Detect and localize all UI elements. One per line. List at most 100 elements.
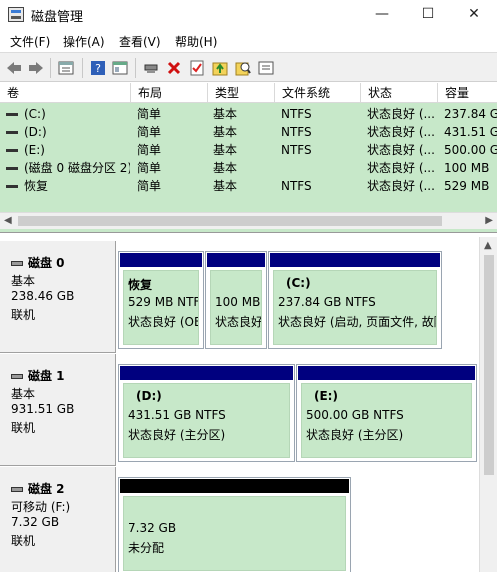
menu-action[interactable]: 操作(A) — [63, 33, 105, 50]
partition-body: 7.32 GB 未分配 — [123, 496, 346, 571]
disk-size: 238.46 GB — [11, 289, 75, 303]
scroll-up-icon[interactable]: ▲ — [484, 240, 492, 251]
disk-management-icon — [8, 7, 24, 22]
details-icon[interactable] — [256, 58, 276, 78]
disk-name: 磁盘 1 — [11, 367, 65, 384]
column-header-status[interactable]: 状态 — [361, 83, 438, 103]
volume-status: 状态良好 (... — [367, 107, 435, 121]
title-bar: 磁盘管理 — ☐ ✕ — [0, 0, 497, 30]
column-header-layout[interactable]: 布局 — [131, 83, 208, 103]
partition-body: (D:) 431.51 GB NTFS 状态良好 (主分区) — [123, 383, 290, 458]
disk-info[interactable]: 磁盘 2 可移动 (F:) 7.32 GB 联机 — [0, 467, 116, 572]
import-icon[interactable] — [210, 58, 230, 78]
disk-icon — [11, 374, 23, 379]
drive-icon — [6, 185, 18, 188]
partition[interactable]: (E:) 500.00 GB NTFS 状态良好 (主分区) — [296, 364, 477, 462]
close-button[interactable]: ✕ — [451, 0, 497, 30]
properties-icon[interactable] — [56, 58, 76, 78]
drive-icon — [6, 131, 18, 134]
volume-row[interactable]: (E:) 简单 基本 NTFS 状态良好 (... 500.00 G — [0, 141, 497, 159]
vertical-scrollbar[interactable]: ▲ — [479, 237, 497, 572]
minimize-button[interactable]: — — [359, 0, 405, 30]
maximize-button[interactable]: ☐ — [405, 0, 451, 30]
partition[interactable]: (C:) 237.84 GB NTFS 状态良好 (启动, 页面文件, 故障转储… — [268, 251, 442, 349]
volume-list-header: 卷 布局 类型 文件系统 状态 容量 — [0, 83, 497, 103]
menu-help[interactable]: 帮助(H) — [175, 33, 217, 50]
partition-unallocated[interactable]: 7.32 GB 未分配 — [118, 477, 351, 572]
volume-row[interactable]: (C:) 简单 基本 NTFS 状态良好 (... 237.84 G — [0, 105, 497, 123]
checklist-icon[interactable] — [187, 58, 207, 78]
column-header-capacity[interactable]: 容量 — [438, 83, 497, 103]
disk-status: 联机 — [11, 308, 36, 322]
partition[interactable]: 恢复 529 MB NTFS 状态良好 (OEM 分区) — [118, 251, 204, 349]
volume-row[interactable]: 恢复 简单 基本 NTFS 状态良好 (... 529 MB — [0, 177, 497, 195]
volume-name: (D:) — [24, 125, 47, 139]
disk-size: 7.32 GB — [11, 515, 60, 529]
volume-filesystem: NTFS — [281, 143, 312, 157]
volume-name: (磁盘 0 磁盘分区 2) — [24, 161, 130, 175]
scroll-thumb[interactable] — [484, 255, 494, 475]
partition-bar — [120, 253, 202, 267]
volume-capacity: 237.84 G — [444, 107, 497, 121]
scroll-left-icon[interactable]: ◀ — [4, 215, 12, 226]
disk-type: 基本 — [11, 387, 36, 401]
partition[interactable]: 100 MB 状态良好 — [205, 251, 267, 349]
partition-status: 状态良好 (主分区) — [128, 428, 226, 442]
disk-type: 可移动 (F:) — [11, 500, 71, 514]
partition-bar — [120, 479, 349, 493]
partition-bar — [120, 366, 293, 380]
volume-capacity: 100 MB — [444, 161, 490, 175]
volume-status: 状态良好 (... — [367, 125, 435, 139]
partition[interactable]: (D:) 431.51 GB NTFS 状态良好 (主分区) — [118, 364, 295, 462]
disk-size: 931.51 GB — [11, 402, 75, 416]
partition-size: 500.00 GB NTFS — [306, 408, 404, 422]
volume-filesystem: NTFS — [281, 125, 312, 139]
partition-label: (C:) — [286, 276, 311, 290]
disk-icon — [11, 487, 23, 492]
scroll-right-icon[interactable]: ▶ — [485, 215, 493, 226]
volume-type: 基本 — [213, 179, 238, 193]
disk-row: 磁盘 1 基本 931.51 GB 联机 (D:) 431.51 GB NTFS… — [0, 354, 479, 466]
volume-row[interactable]: (D:) 简单 基本 NTFS 状态良好 (... 431.51 G — [0, 123, 497, 141]
search-disk-icon[interactable] — [233, 58, 253, 78]
volume-type: 基本 — [213, 143, 238, 157]
disk-map: 磁盘 0 基本 238.46 GB 联机 恢复 529 MB NTFS 状态良好… — [0, 237, 497, 572]
volume-status: 状态良好 (... — [367, 161, 435, 175]
volume-type: 基本 — [213, 161, 238, 175]
disk-row: 磁盘 0 基本 238.46 GB 联机 恢复 529 MB NTFS 状态良好… — [0, 241, 479, 353]
volume-capacity: 431.51 G — [444, 125, 497, 139]
help-icon[interactable]: ? — [88, 58, 108, 78]
volume-list: 卷 布局 类型 文件系统 状态 容量 (C:) 简单 基本 NTFS 状态良好 … — [0, 83, 497, 233]
horizontal-scrollbar[interactable]: ◀ ▶ — [0, 212, 497, 229]
scroll-thumb[interactable] — [18, 216, 442, 226]
disk-name: 磁盘 2 — [11, 480, 65, 497]
volume-status: 状态良好 (... — [367, 143, 435, 157]
volume-layout: 简单 — [137, 125, 162, 139]
console-icon[interactable] — [110, 58, 130, 78]
partition-body: 100 MB 状态良好 — [210, 270, 262, 345]
disk-info[interactable]: 磁盘 0 基本 238.46 GB 联机 — [0, 241, 116, 353]
column-header-filesystem[interactable]: 文件系统 — [275, 83, 361, 103]
toolbar-separator — [82, 58, 83, 78]
delete-icon[interactable] — [164, 58, 184, 78]
volume-layout: 简单 — [137, 161, 162, 175]
connect-icon[interactable] — [141, 58, 161, 78]
forward-icon[interactable] — [26, 58, 46, 78]
partition-bar — [270, 253, 440, 267]
drive-icon — [6, 113, 18, 116]
column-header-type[interactable]: 类型 — [208, 83, 275, 103]
partition-size: 100 MB — [215, 295, 261, 309]
disk-row: 磁盘 2 可移动 (F:) 7.32 GB 联机 7.32 GB 未分配 — [0, 467, 479, 572]
partition-body: (C:) 237.84 GB NTFS 状态良好 (启动, 页面文件, 故障转储… — [273, 270, 437, 345]
disk-name: 磁盘 0 — [11, 254, 65, 271]
partition-size: 529 MB NTFS — [128, 295, 198, 309]
menu-view[interactable]: 查看(V) — [119, 33, 161, 50]
column-header-volume[interactable]: 卷 — [0, 83, 131, 103]
back-icon[interactable] — [4, 58, 24, 78]
disk-info[interactable]: 磁盘 1 基本 931.51 GB 联机 — [0, 354, 116, 466]
menu-file[interactable]: 文件(F) — [10, 33, 50, 50]
volume-row[interactable]: (磁盘 0 磁盘分区 2) 简单 基本 状态良好 (... 100 MB — [0, 159, 497, 177]
volume-filesystem — [281, 159, 359, 177]
partition-status: 状态良好 (OEM 分区) — [128, 315, 198, 329]
toolbar-separator — [50, 58, 51, 78]
